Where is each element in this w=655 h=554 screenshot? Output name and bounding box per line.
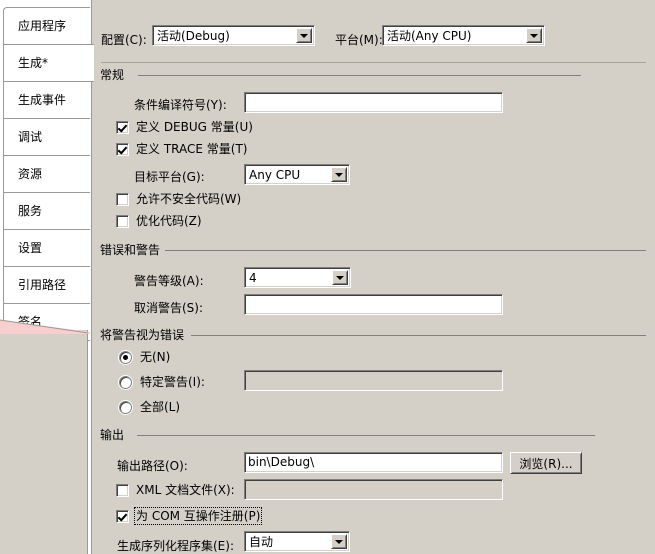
target-platform-dropdown[interactable]: Any CPU — [244, 164, 350, 185]
checkbox-icon[interactable] — [116, 483, 129, 497]
sidebar-item-label: 引用路径 — [18, 278, 67, 292]
xml-doc-file-input[interactable] — [244, 479, 503, 500]
configuration-label: 配置(C): — [101, 33, 147, 47]
sidebar-item-services[interactable]: 服务 — [3, 192, 90, 230]
sidebar-item-reference-paths[interactable]: 引用路径 — [3, 266, 90, 304]
sidebar-lower-filler — [0, 330, 88, 554]
sidebar-item-application[interactable]: 应用程序 — [3, 7, 90, 45]
treat-warnings-none-label: 无(N) — [140, 350, 171, 364]
treat-warnings-specific-input[interactable] — [244, 370, 503, 391]
define-debug-checkbox[interactable]: 定义 DEBUG 常量(U) — [116, 120, 253, 134]
allow-unsafe-code-checkbox[interactable]: 允许不安全代码(W) — [116, 192, 241, 206]
register-for-com-label: 为 COM 互操作注册(P) — [133, 507, 263, 525]
treat-warnings-all-radio[interactable]: 全部(L) — [119, 400, 180, 414]
checkbox-icon[interactable] — [116, 142, 129, 156]
sidebar-item-label: 资源 — [18, 167, 43, 181]
treat-warnings-specific-label: 特定警告(I): — [140, 375, 205, 389]
chevron-down-icon[interactable] — [526, 28, 542, 43]
treat-warnings-group-title: 将警告视为错误 — [100, 328, 185, 342]
output-group-title: 输出 — [100, 428, 125, 442]
chevron-down-icon[interactable] — [331, 534, 347, 549]
serialization-assembly-value: 自动 — [249, 535, 274, 549]
sidebar-item-build-events[interactable]: 生成事件 — [3, 81, 90, 119]
xml-doc-file-label: XML 文档文件(X): — [136, 483, 235, 497]
sidebar-item-debug[interactable]: 调试 — [3, 118, 90, 156]
sidebar-item-build[interactable]: 生成* — [3, 44, 94, 82]
treat-warnings-specific-radio[interactable]: 特定警告(I): — [119, 375, 205, 389]
sidebar-item-label: 生成事件 — [18, 93, 67, 107]
output-path-label: 输出路径(O): — [117, 459, 188, 473]
define-trace-checkbox[interactable]: 定义 TRACE 常量(T) — [116, 142, 247, 156]
chevron-down-icon[interactable] — [332, 270, 348, 285]
chevron-down-icon[interactable] — [331, 167, 347, 182]
general-group-title: 常规 — [100, 68, 125, 82]
conditional-symbols-input[interactable] — [244, 92, 503, 113]
checkbox-icon[interactable] — [116, 509, 129, 523]
errors-warnings-group-rule — [165, 250, 646, 251]
sidebar-item-settings[interactable]: 设置 — [3, 229, 90, 267]
sidebar-item-resources[interactable]: 资源 — [3, 155, 90, 193]
xml-doc-file-checkbox[interactable]: XML 文档文件(X): — [116, 483, 235, 497]
target-platform-label: 目标平台(G): — [134, 170, 205, 184]
header-divider — [101, 62, 646, 63]
radio-icon[interactable] — [119, 350, 132, 364]
radio-icon[interactable] — [119, 400, 132, 414]
allow-unsafe-code-label: 允许不安全代码(W) — [136, 192, 242, 206]
serialization-assembly-dropdown[interactable]: 自动 — [244, 531, 350, 552]
register-for-com-checkbox[interactable]: 为 COM 互操作注册(P) — [116, 507, 263, 525]
conditional-symbols-label: 条件编译符号(Y): — [134, 98, 227, 112]
sidebar-item-label: 调试 — [18, 130, 43, 144]
browse-button[interactable]: 浏览(R)... — [510, 452, 582, 474]
chevron-down-icon[interactable] — [296, 28, 312, 43]
checkbox-icon[interactable] — [116, 214, 129, 228]
errors-warnings-group-title: 错误和警告 — [100, 243, 161, 257]
optimize-code-label: 优化代码(Z) — [136, 214, 202, 228]
output-group-rule — [137, 435, 595, 436]
project-properties-window: 应用程序 生成* 生成事件 调试 资源 服务 设置 引用路径 签名 配置(C):… — [0, 0, 655, 554]
define-trace-label: 定义 TRACE 常量(T) — [136, 142, 248, 156]
sidebar-item-label: 服务 — [18, 204, 43, 218]
checkbox-icon[interactable] — [116, 192, 129, 206]
warning-level-dropdown[interactable]: 4 — [244, 267, 351, 288]
configuration-dropdown[interactable]: 活动(Debug) — [152, 25, 315, 46]
platform-dropdown[interactable]: 活动(Any CPU) — [382, 25, 545, 46]
treat-warnings-group-rule — [191, 335, 646, 336]
configuration-value: 活动(Debug) — [157, 29, 230, 43]
define-debug-label: 定义 DEBUG 常量(U) — [136, 120, 253, 134]
properties-tab-strip: 应用程序 生成* 生成事件 调试 资源 服务 设置 引用路径 签名 — [0, 0, 94, 554]
warning-level-value: 4 — [249, 271, 257, 285]
output-path-input[interactable]: bin\Debug\ — [244, 452, 503, 473]
warning-level-label: 警告等级(A): — [134, 274, 204, 288]
checkbox-icon[interactable] — [116, 120, 129, 134]
treat-warnings-all-label: 全部(L) — [140, 400, 181, 414]
suppress-warnings-input[interactable] — [244, 294, 503, 315]
general-group-rule — [138, 75, 581, 76]
treat-warnings-none-radio[interactable]: 无(N) — [119, 350, 170, 364]
optimize-code-checkbox[interactable]: 优化代码(Z) — [116, 214, 202, 228]
sidebar-wedge-decoration — [0, 306, 90, 334]
sidebar-item-label: 应用程序 — [18, 19, 67, 33]
radio-icon[interactable] — [119, 375, 132, 389]
suppress-warnings-label: 取消警告(S): — [134, 301, 204, 315]
platform-value: 活动(Any CPU) — [387, 29, 472, 43]
serialization-assembly-label: 生成序列化程序集(E): — [117, 539, 234, 553]
sidebar-item-label: 设置 — [18, 241, 43, 255]
platform-label: 平台(M): — [335, 33, 383, 47]
build-settings-panel: 配置(C): 活动(Debug) 平台(M): 活动(Any CPU) 常规 条… — [91, 0, 655, 554]
target-platform-value: Any CPU — [249, 168, 301, 182]
sidebar-item-label: 生成* — [18, 56, 49, 70]
